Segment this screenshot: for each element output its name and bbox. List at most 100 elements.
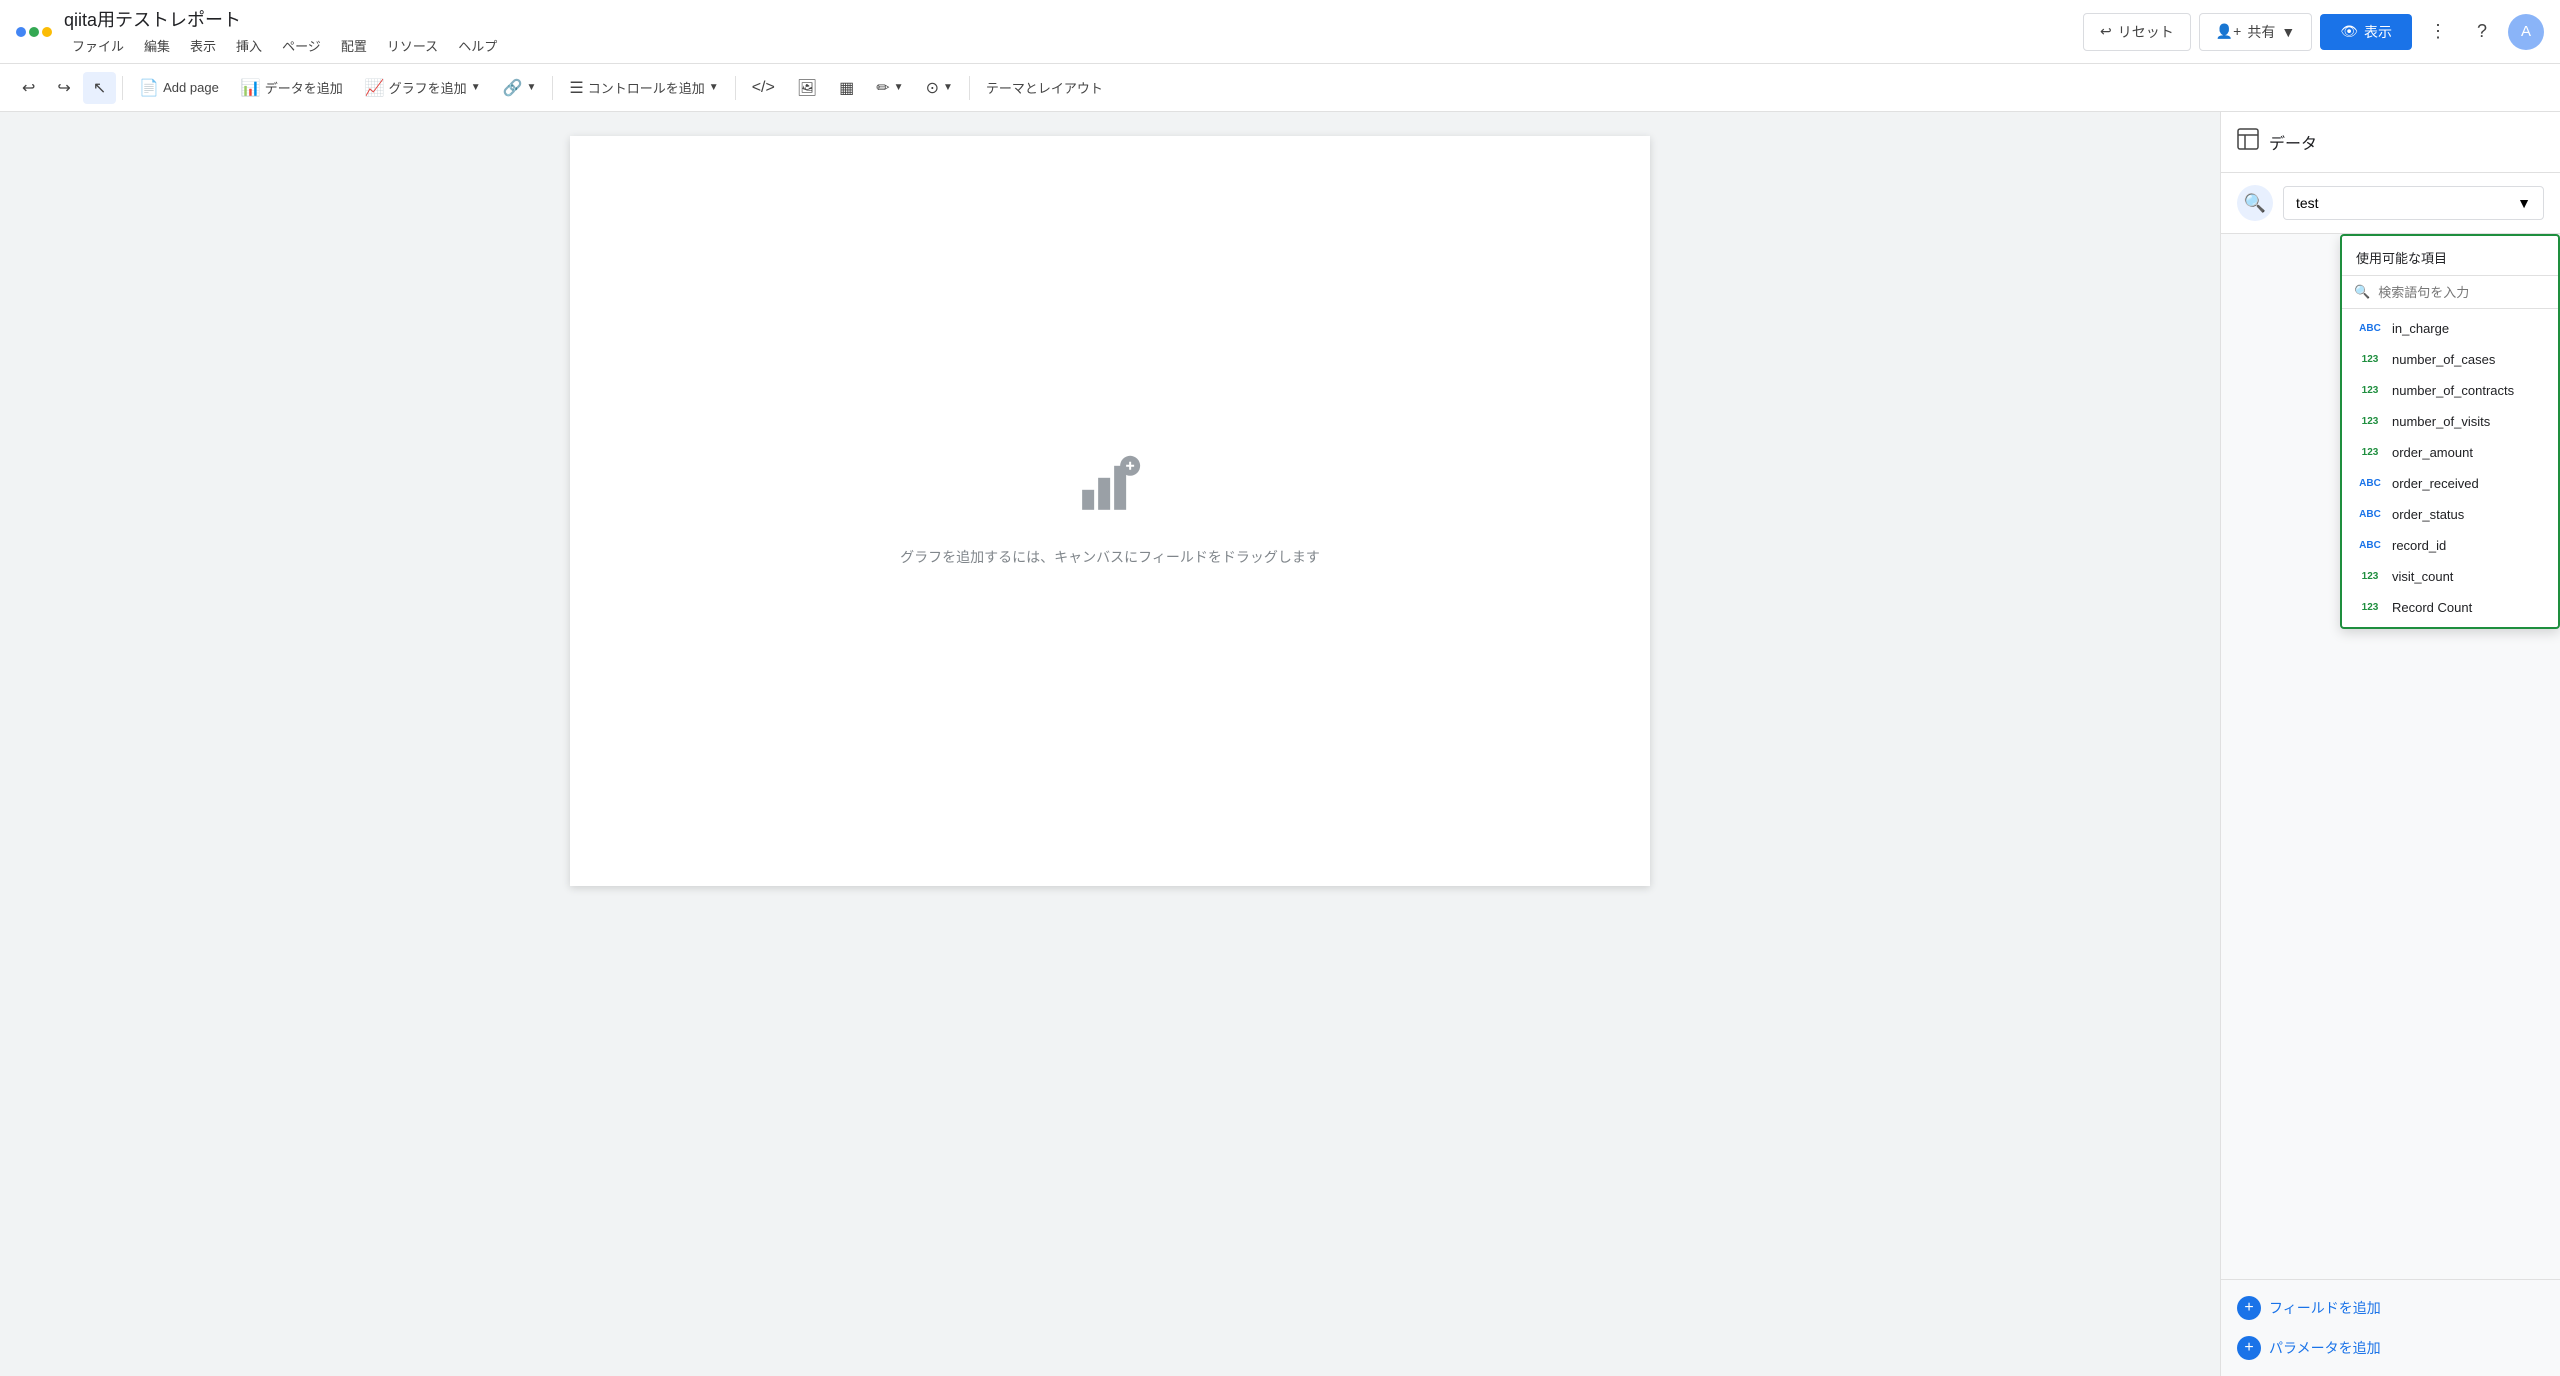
toolbar-separator-3 — [735, 76, 736, 100]
toolbar: ↩ ↪ ↖ 📄 Add page 📊 データを追加 📈 グラフを追加 ▼ 🔗 ▼… — [0, 64, 2560, 112]
logo-dot-green — [29, 27, 39, 37]
reset-icon: ↩ — [2100, 23, 2112, 40]
share-dropdown-icon: ▼ — [2281, 24, 2295, 40]
avatar[interactable]: A — [2508, 14, 2544, 50]
menu-file[interactable]: ファイル — [64, 34, 132, 57]
field-type-123-2: 123 — [2356, 385, 2384, 396]
add-page-button[interactable]: 📄 Add page — [129, 72, 229, 104]
chart-instruction-text: グラフを追加するには、キャンバスにフィールドをドラッグします — [900, 546, 1320, 568]
field-type-abc-0: ABC — [2356, 323, 2384, 334]
data-panel-icon — [2237, 128, 2259, 156]
add-control-button[interactable]: ☰ コントロールを追加 ▼ — [559, 72, 728, 104]
popup-header: 使用可能な項目 — [2342, 236, 2558, 276]
field-item-visit-count[interactable]: 123 visit_count — [2342, 561, 2558, 592]
fields-search-input[interactable] — [2378, 285, 2546, 300]
canvas-page: グラフを追加するには、キャンバスにフィールドをドラッグします — [570, 136, 1650, 886]
add-control-label: コントロールを追加 — [588, 78, 705, 97]
share-button[interactable]: 👤+ 共有 ▼ — [2199, 13, 2312, 51]
field-type-abc-7: ABC — [2356, 540, 2384, 551]
popup-search: 🔍 — [2342, 276, 2558, 309]
field-name-8: visit_count — [2392, 569, 2453, 584]
field-item-order-status[interactable]: ABC order_status — [2342, 499, 2558, 530]
data-source-select[interactable]: test ▼ — [2283, 186, 2544, 220]
field-name-1: number_of_cases — [2392, 352, 2495, 367]
data-source-icon-button[interactable]: 🔍 — [2237, 185, 2273, 221]
panel-header: データ — [2221, 112, 2560, 173]
more-options-icon: ⋮ — [2429, 21, 2447, 42]
logo — [16, 27, 52, 37]
add-param-icon: + — [2237, 1336, 2261, 1360]
field-type-123-3: 123 — [2356, 416, 2384, 427]
main-content: グラフを追加するには、キャンバスにフィールドをドラッグします データ 🔍 — [0, 112, 2560, 1376]
field-name-5: order_received — [2392, 476, 2479, 491]
redo-button[interactable]: ↪ — [47, 72, 80, 104]
search-datasource-icon: 🔍 — [2244, 193, 2266, 214]
add-chart-label: グラフを追加 — [389, 78, 467, 97]
add-param-button[interactable]: + パラメータを追加 — [2237, 1332, 2544, 1364]
field-type-123-9: 123 — [2356, 602, 2384, 613]
view-button[interactable]: 👁 表示 — [2320, 14, 2412, 50]
field-item-in-charge[interactable]: ABC in_charge — [2342, 313, 2558, 344]
field-item-order-amount[interactable]: 123 order_amount — [2342, 437, 2558, 468]
report-title: qiita用テストレポート — [64, 6, 505, 32]
menu-insert[interactable]: 挿入 — [228, 34, 270, 57]
shape-button[interactable]: ✏ ▼ — [866, 72, 913, 104]
menu-resources[interactable]: リソース — [379, 34, 446, 57]
add-data-label: データを追加 — [265, 78, 343, 97]
top-bar-right: ↩ リセット 👤+ 共有 ▼ 👁 表示 ⋮ ? A — [2083, 13, 2544, 51]
add-field-label: フィールドを追加 — [2269, 1298, 2381, 1318]
field-name-4: order_amount — [2392, 445, 2473, 460]
add-link-dropdown-icon: ▼ — [527, 82, 537, 93]
add-chart-dropdown-icon: ▼ — [471, 82, 481, 93]
chart-add-icon — [1078, 454, 1142, 530]
share-label: 共有 — [2247, 22, 2275, 42]
help-button[interactable]: ? — [2464, 14, 2500, 50]
theme-layout-button[interactable]: テーマとレイアウト — [976, 72, 1113, 103]
top-bar-left: qiita用テストレポート ファイル 編集 表示 挿入 ページ 配置 リソース … — [16, 6, 505, 57]
search-icon: 🔍 — [2354, 284, 2370, 300]
more-options-button[interactable]: ⋮ — [2420, 14, 2456, 50]
field-item-order-received[interactable]: ABC order_received — [2342, 468, 2558, 499]
reset-label: リセット — [2118, 22, 2174, 42]
table-button[interactable]: ▦ — [829, 72, 864, 104]
reset-button[interactable]: ↩ リセット — [2083, 13, 2191, 51]
undo-icon: ↩ — [22, 78, 35, 98]
menu-help[interactable]: ヘルプ — [450, 34, 505, 57]
menu-page[interactable]: ページ — [274, 34, 329, 57]
menu-edit[interactable]: 編集 — [136, 34, 178, 57]
field-type-123-1: 123 — [2356, 354, 2384, 365]
undo-button[interactable]: ↩ — [12, 72, 45, 104]
field-type-abc-6: ABC — [2356, 509, 2384, 520]
menu-arrange[interactable]: 配置 — [333, 34, 375, 57]
view-label: 表示 — [2364, 22, 2392, 42]
add-chart-button[interactable]: 📈 グラフを追加 ▼ — [355, 72, 491, 104]
add-field-button[interactable]: + フィールドを追加 — [2237, 1292, 2544, 1324]
code-button[interactable]: </> — [742, 73, 785, 103]
chart-instruction: グラフを追加するには、キャンバスにフィールドをドラッグします — [884, 414, 1336, 608]
add-page-label: Add page — [163, 80, 219, 95]
canvas-area: グラフを追加するには、キャンバスにフィールドをドラッグします — [0, 112, 2220, 1376]
field-item-record-count[interactable]: 123 Record Count — [2342, 592, 2558, 623]
add-link-button[interactable]: 🔗 ▼ — [493, 72, 547, 104]
field-item-number-cases[interactable]: 123 number_of_cases — [2342, 344, 2558, 375]
field-item-number-visits[interactable]: 123 number_of_visits — [2342, 406, 2558, 437]
theme-label: テーマとレイアウト — [986, 78, 1103, 97]
image-icon: 🖼 — [797, 78, 817, 98]
add-data-button[interactable]: 📊 データを追加 — [231, 72, 353, 104]
field-item-number-contracts[interactable]: 123 number_of_contracts — [2342, 375, 2558, 406]
view-icon: 👁 — [2340, 23, 2358, 40]
field-item-record-id[interactable]: ABC record_id — [2342, 530, 2558, 561]
menu-view[interactable]: 表示 — [182, 34, 224, 57]
more-button[interactable]: ⊙ ▼ — [916, 72, 963, 104]
add-chart-icon: 📈 — [365, 78, 385, 98]
data-source-row: 🔍 test ▼ — [2221, 173, 2560, 234]
field-name-3: number_of_visits — [2392, 414, 2490, 429]
image-button[interactable]: 🖼 — [787, 72, 827, 104]
top-bar: qiita用テストレポート ファイル 編集 表示 挿入 ページ 配置 リソース … — [0, 0, 2560, 64]
add-control-icon: ☰ — [569, 78, 583, 98]
field-type-abc-5: ABC — [2356, 478, 2384, 489]
menu-bar: ファイル 編集 表示 挿入 ページ 配置 リソース ヘルプ — [64, 34, 505, 57]
field-name-2: number_of_contracts — [2392, 383, 2514, 398]
table-icon: ▦ — [839, 78, 854, 98]
select-tool-button[interactable]: ↖ — [83, 72, 116, 104]
